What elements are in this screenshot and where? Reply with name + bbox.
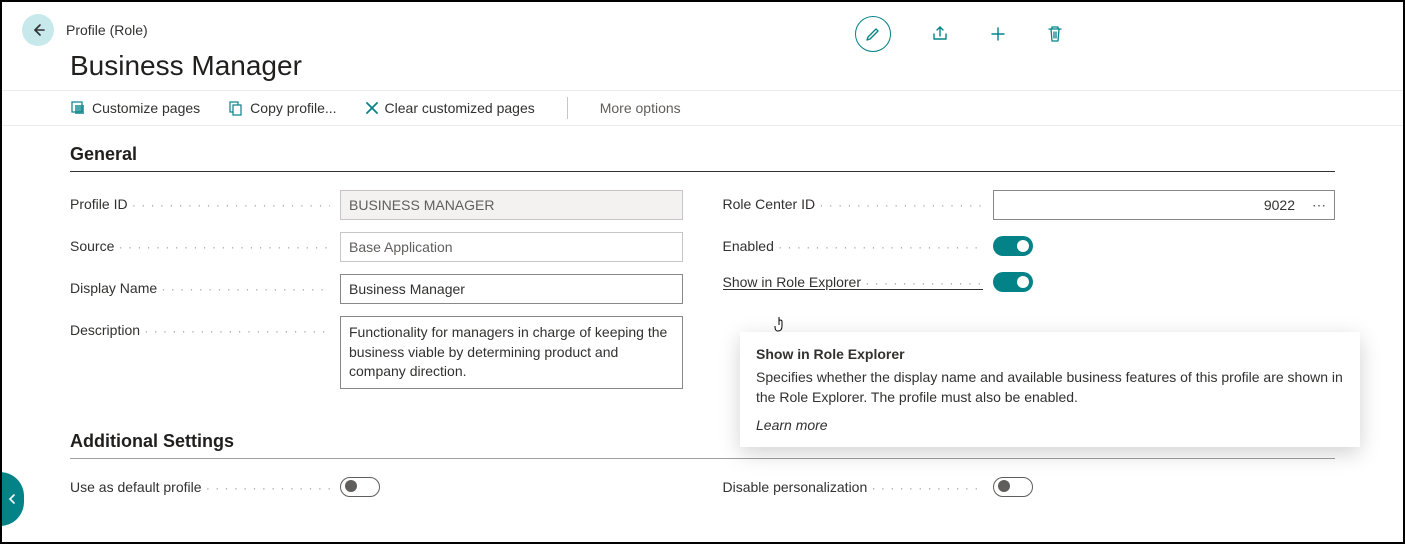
tooltip-title: Show in Role Explorer bbox=[756, 346, 1344, 362]
close-icon bbox=[365, 101, 379, 115]
copy-profile-action[interactable]: Copy profile... bbox=[228, 100, 336, 116]
edit-button[interactable] bbox=[855, 16, 891, 52]
use-as-default-label: Use as default profile bbox=[70, 473, 330, 495]
role-center-id-value: 9022 bbox=[994, 197, 1304, 213]
divider bbox=[567, 97, 568, 119]
back-button[interactable] bbox=[22, 14, 54, 46]
trash-icon bbox=[1047, 25, 1063, 43]
learn-more-link[interactable]: Learn more bbox=[756, 417, 1344, 433]
disable-personalization-toggle[interactable] bbox=[993, 477, 1033, 497]
description-label: Description bbox=[70, 316, 330, 338]
role-center-id-field[interactable]: 9022 ⋯ bbox=[993, 190, 1336, 220]
toolbar-label: Copy profile... bbox=[250, 100, 336, 116]
disable-personalization-label: Disable personalization bbox=[723, 473, 983, 495]
toolbar-label: More options bbox=[600, 100, 681, 116]
customize-icon bbox=[70, 100, 86, 116]
customize-pages-action[interactable]: Customize pages bbox=[70, 100, 200, 116]
share-button[interactable] bbox=[931, 25, 949, 43]
show-in-role-explorer-label[interactable]: Show in Role Explorer bbox=[723, 268, 983, 290]
display-name-field[interactable]: Business Manager bbox=[340, 274, 683, 304]
more-options-action[interactable]: More options bbox=[600, 100, 681, 116]
new-button[interactable] bbox=[989, 25, 1007, 43]
lookup-button[interactable]: ⋯ bbox=[1303, 197, 1334, 214]
clear-customized-action[interactable]: Clear customized pages bbox=[365, 100, 535, 116]
arrow-left-icon bbox=[30, 22, 46, 38]
use-as-default-toggle[interactable] bbox=[340, 477, 380, 497]
profile-id-field[interactable]: BUSINESS MANAGER bbox=[340, 190, 683, 220]
profile-id-label: Profile ID bbox=[70, 190, 330, 212]
toolbar-label: Customize pages bbox=[92, 100, 200, 116]
role-center-id-label: Role Center ID bbox=[723, 190, 983, 212]
enabled-label: Enabled bbox=[723, 232, 983, 254]
breadcrumb: Profile (Role) bbox=[66, 22, 148, 38]
page-title: Business Manager bbox=[70, 50, 1335, 82]
tooltip: Show in Role Explorer Specifies whether … bbox=[740, 332, 1360, 447]
enabled-toggle[interactable] bbox=[993, 236, 1033, 256]
tooltip-body: Specifies whether the display name and a… bbox=[756, 368, 1344, 407]
pencil-icon bbox=[865, 26, 881, 42]
source-field: Base Application bbox=[340, 232, 683, 262]
toolbar-label: Clear customized pages bbox=[385, 100, 535, 116]
plus-icon bbox=[989, 25, 1007, 43]
show-in-role-explorer-toggle[interactable] bbox=[993, 272, 1033, 292]
copy-icon bbox=[228, 100, 244, 116]
delete-button[interactable] bbox=[1047, 25, 1063, 43]
section-heading-general[interactable]: General bbox=[2, 126, 1403, 171]
share-icon bbox=[931, 25, 949, 43]
chevron-left-icon bbox=[8, 493, 16, 505]
description-field[interactable]: Functionality for managers in charge of … bbox=[340, 316, 683, 389]
display-name-label: Display Name bbox=[70, 274, 330, 296]
source-label: Source bbox=[70, 232, 330, 254]
